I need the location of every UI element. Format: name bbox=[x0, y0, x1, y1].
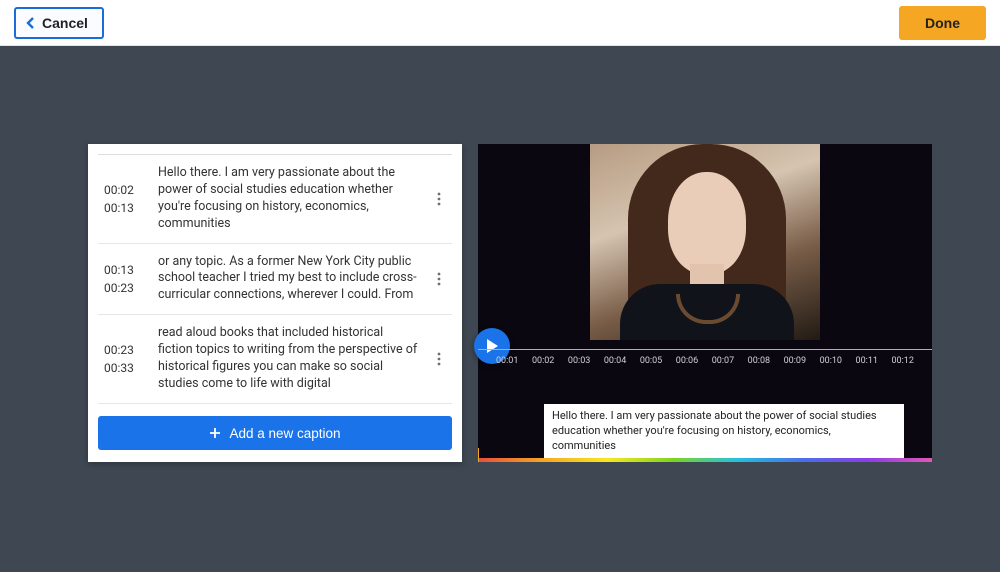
add-caption-label: Add a new caption bbox=[229, 426, 340, 441]
video-preview-panel: 00:01 00:02 00:03 00:04 00:05 00:06 00:0… bbox=[478, 144, 932, 462]
plus-icon bbox=[209, 427, 221, 439]
caption-times: 00:23 00:33 bbox=[104, 341, 144, 377]
caption-times: 00:13 00:23 bbox=[104, 261, 144, 297]
caption-text[interactable]: or any topic. As a former New York City … bbox=[158, 254, 418, 305]
caption-row[interactable]: 00:13 00:23 or any topic. As a former Ne… bbox=[98, 244, 452, 316]
person-face bbox=[668, 172, 746, 274]
caption-editor-panel: 00:02 00:13 Hello there. I am very passi… bbox=[88, 144, 462, 462]
timeline[interactable]: 00:01 00:02 00:03 00:04 00:05 00:06 00:0… bbox=[478, 349, 932, 371]
tick: 00:02 bbox=[532, 356, 554, 366]
caption-end: 00:33 bbox=[104, 359, 144, 377]
caption-list: 00:02 00:13 Hello there. I am very passi… bbox=[98, 154, 452, 406]
more-vertical-icon bbox=[437, 352, 441, 366]
caption-start: 00:02 bbox=[104, 181, 144, 199]
tick: 00:07 bbox=[712, 356, 734, 366]
caption-more-button[interactable] bbox=[432, 192, 446, 206]
tick: 00:09 bbox=[784, 356, 806, 366]
chevron-left-icon bbox=[26, 16, 36, 30]
timeline-ticks: 00:01 00:02 00:03 00:04 00:05 00:06 00:0… bbox=[478, 350, 932, 366]
tick: 00:03 bbox=[568, 356, 590, 366]
cancel-label: Cancel bbox=[42, 15, 88, 31]
workspace: 00:02 00:13 Hello there. I am very passi… bbox=[0, 46, 1000, 572]
caption-row[interactable]: 00:23 00:33 read aloud books that includ… bbox=[98, 315, 452, 404]
caption-start: 00:13 bbox=[104, 261, 144, 279]
caption-row[interactable]: 00:02 00:13 Hello there. I am very passi… bbox=[98, 155, 452, 244]
caption-text[interactable]: read aloud books that included historica… bbox=[158, 325, 418, 393]
caption-text[interactable]: Hello there. I am very passionate about … bbox=[158, 165, 418, 233]
top-bar: Cancel Done bbox=[0, 0, 1000, 46]
tick: 00:06 bbox=[676, 356, 698, 366]
tick: 00:04 bbox=[604, 356, 626, 366]
tick: 00:08 bbox=[748, 356, 770, 366]
caption-end: 00:13 bbox=[104, 199, 144, 217]
add-caption-button[interactable]: Add a new caption bbox=[98, 416, 452, 450]
tick: 00:01 bbox=[496, 356, 518, 366]
cancel-button[interactable]: Cancel bbox=[14, 7, 104, 39]
caption-more-button[interactable] bbox=[432, 272, 446, 286]
caption-end: 00:23 bbox=[104, 279, 144, 297]
caption-more-button[interactable] bbox=[432, 352, 446, 366]
more-vertical-icon bbox=[437, 192, 441, 206]
tick: 00:10 bbox=[820, 356, 842, 366]
caption-start: 00:23 bbox=[104, 341, 144, 359]
caption-row[interactable]: 00:33 00:44 tools. This book includes re… bbox=[98, 404, 452, 406]
video-frame bbox=[590, 144, 820, 340]
caption-preview: Hello there. I am very passionate about … bbox=[544, 404, 904, 459]
done-button[interactable]: Done bbox=[899, 6, 986, 40]
more-vertical-icon bbox=[437, 272, 441, 286]
tick: 00:05 bbox=[640, 356, 662, 366]
caption-times: 00:02 00:13 bbox=[104, 181, 144, 217]
timeline-track[interactable] bbox=[478, 458, 932, 462]
tick: 00:12 bbox=[891, 356, 913, 366]
tick: 00:11 bbox=[856, 356, 878, 366]
